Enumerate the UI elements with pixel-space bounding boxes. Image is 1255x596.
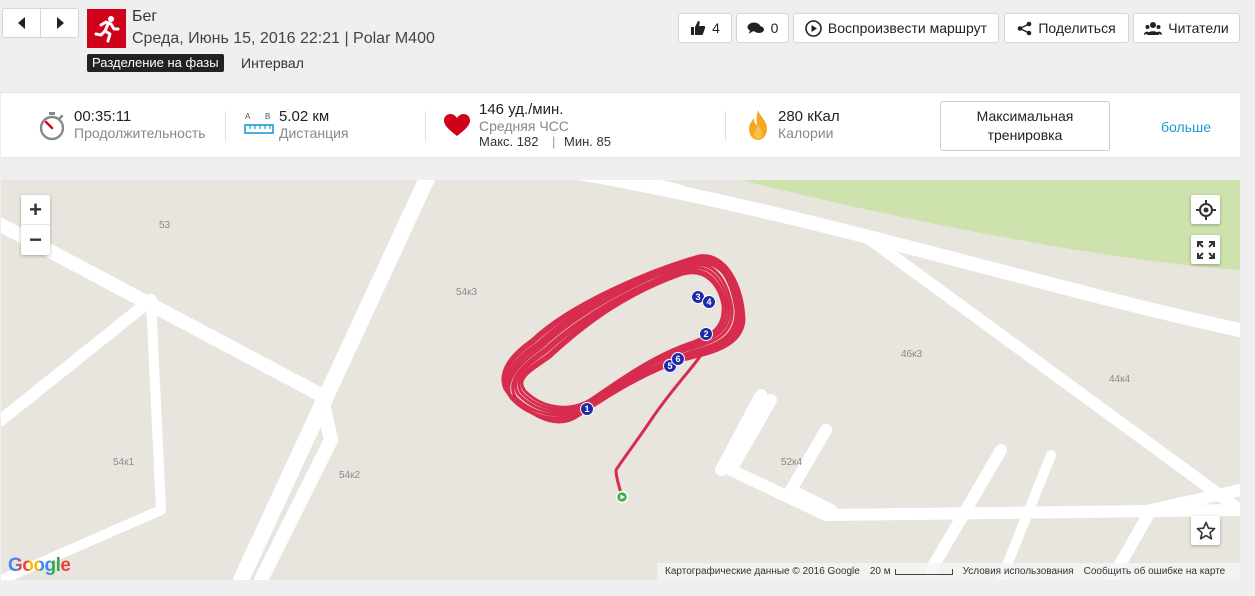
sport-name: Бег (132, 8, 158, 25)
heart-rate-metric: 146 уд./мин. Средняя ЧСС Макс. 182 | Мин… (444, 93, 714, 159)
followers-button[interactable]: Читатели (1133, 13, 1240, 43)
ruler-label-b: B (265, 112, 271, 121)
lap-marker-label: 1 (584, 404, 590, 414)
map-scale[interactable]: 20 м (870, 566, 953, 577)
stopwatch-icon (39, 112, 65, 141)
duration-label: Продолжительность (74, 125, 206, 141)
replay-route-button[interactable]: Воспроизвести маршрут (793, 13, 999, 43)
running-icon (94, 15, 119, 42)
followers-icon (1144, 22, 1163, 35)
heart-icon (444, 114, 470, 136)
lap-marker[interactable]: 2 (699, 327, 713, 341)
calories-label: Калории (778, 125, 834, 141)
zoom-in-button[interactable]: + (21, 195, 50, 225)
heart-rate-separator: | (552, 134, 556, 149)
thumbs-up-icon (691, 21, 706, 35)
metric-divider (725, 111, 726, 141)
like-button[interactable]: 4 (678, 13, 732, 43)
star-icon (1196, 521, 1215, 540)
fullscreen-icon (1196, 240, 1215, 259)
heart-rate-max: Макс. 182 (479, 134, 539, 149)
lap-marker[interactable]: 1 (580, 402, 594, 416)
route-track (501, 254, 746, 504)
comment-button[interactable]: 0 (736, 13, 789, 43)
metric-divider (425, 111, 426, 141)
metric-divider (225, 111, 226, 141)
heart-rate-min: Мин. 85 (564, 134, 611, 149)
duration-metric: 00:35:11 Продолжительность (39, 93, 239, 159)
replay-route-label: Воспроизвести маршрут (827, 20, 988, 36)
sport-badge (87, 9, 126, 48)
route-map[interactable]: 53 54к3 54к1 54к2 52к4 46к3 44к4 1 2 3 4… (1, 180, 1240, 580)
google-logo[interactable]: Google (8, 555, 71, 577)
comment-icon (747, 22, 764, 34)
terms-of-use-link[interactable]: Условия использования (963, 566, 1074, 577)
ruler-icon: A B (244, 112, 274, 138)
flame-icon (749, 110, 767, 140)
training-benefit-button[interactable]: Максимальная тренировка (940, 101, 1110, 151)
map-data-credit: Картографические данные © 2016 Google (665, 566, 860, 577)
favorite-route-button[interactable] (1191, 516, 1220, 545)
lap-marker[interactable]: 6 (671, 352, 685, 366)
lap-marker-label: 3 (695, 292, 701, 302)
followers-label: Читатели (1168, 20, 1229, 36)
heart-rate-label: Средняя ЧСС (479, 118, 569, 134)
locate-button[interactable] (1191, 195, 1220, 224)
share-label: Поделиться (1038, 20, 1116, 36)
session-nav (2, 8, 79, 38)
session-datetime-device: Среда, Июнь 15, 2016 22:21 | Polar M400 (132, 30, 435, 47)
previous-session-button[interactable] (3, 9, 40, 37)
play-circle-icon (805, 19, 822, 37)
more-link[interactable]: больше (1161, 119, 1211, 135)
report-map-error-link[interactable]: Сообщить об ошибке на карте (1084, 566, 1226, 577)
comment-count: 0 (770, 20, 779, 36)
share-icon (1018, 21, 1032, 35)
lap-marker-label: 4 (706, 297, 712, 307)
duration-value: 00:35:11 (74, 108, 132, 125)
distance-metric: A B 5.02 км Дистанция (244, 93, 424, 159)
share-button[interactable]: Поделиться (1004, 13, 1129, 43)
phase-badge[interactable]: Разделение на фазы (87, 54, 224, 72)
map-attribution: Картографические данные © 2016 Google 20… (657, 563, 1240, 580)
fullscreen-button[interactable] (1191, 235, 1220, 264)
heart-rate-value: 146 уд./мин. (479, 101, 564, 118)
google-logo-text: Google (8, 555, 71, 576)
chevron-right-icon (56, 17, 64, 29)
like-count: 4 (712, 20, 720, 36)
map-scale-label: 20 м (869, 566, 891, 577)
lap-marker[interactable]: 4 (702, 295, 716, 309)
calories-metric: 280 кКал Калории (747, 93, 927, 159)
ruler-label-a: A (245, 112, 251, 121)
phase-value: Интервал (241, 55, 304, 71)
map-scale-bar (894, 568, 953, 575)
zoom-out-button[interactable]: − (21, 225, 50, 255)
chevron-left-icon (17, 17, 25, 29)
distance-label: Дистанция (279, 125, 349, 141)
locate-icon (1195, 199, 1216, 220)
next-session-button[interactable] (40, 9, 78, 37)
zoom-control: + − (21, 195, 50, 255)
calories-value: 280 кКал (778, 108, 840, 125)
lap-marker-label: 2 (703, 329, 709, 339)
distance-value: 5.02 км (279, 108, 330, 125)
lap-marker-label: 6 (675, 354, 681, 364)
session-summary: 00:35:11 Продолжительность A B 5.02 км Д… (1, 92, 1240, 158)
